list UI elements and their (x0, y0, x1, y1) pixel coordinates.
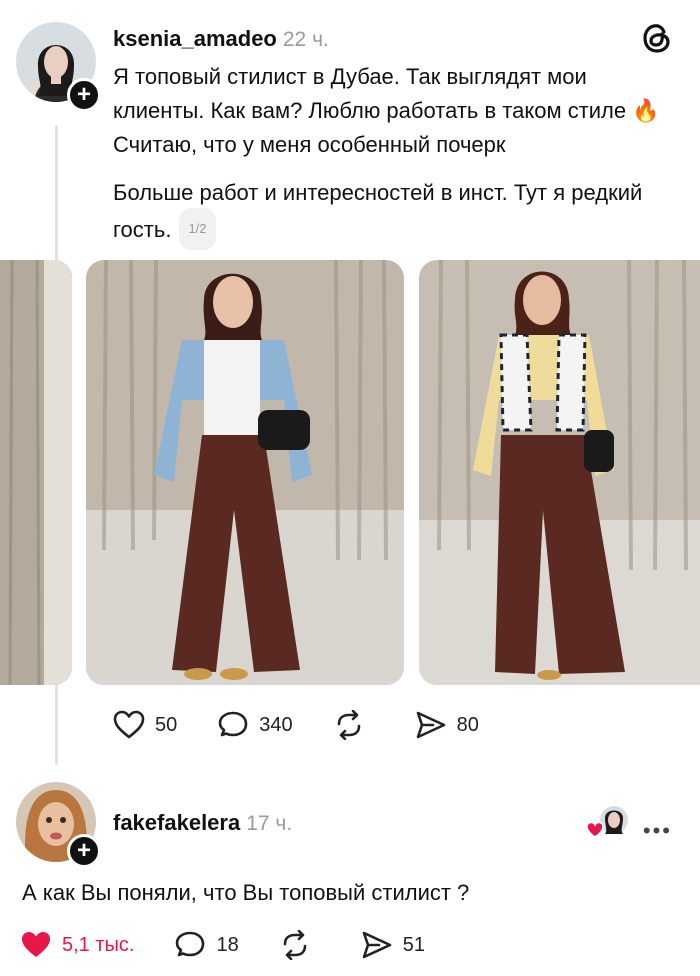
post-username-text[interactable]: ksenia_amadeo (113, 26, 277, 51)
reply-follow-plus-button[interactable]: + (67, 834, 101, 868)
reply-share-button[interactable]: 51 (361, 930, 425, 960)
author-liked-avatar-icon (586, 806, 628, 838)
liked-by-author-indicator (586, 804, 628, 840)
post-paragraph-2: Больше работ и интересностей в инст. Тут… (113, 176, 678, 252)
post-share-button[interactable]: 80 (415, 710, 479, 740)
speech-bubble-icon (176, 931, 205, 957)
post-repost-button[interactable] (333, 710, 375, 740)
heart-icon (113, 710, 145, 739)
post-timestamp: 22 ч. (282, 28, 329, 51)
send-icon (362, 931, 392, 959)
heart-icon (22, 932, 50, 957)
carousel-photo-partial-left[interactable] (0, 260, 72, 685)
reply-action-bar: 5,1 тыс. 18 51 (20, 930, 465, 960)
speech-bubble-icon (218, 711, 248, 737)
reply-timestamp: 17 ч. (246, 812, 293, 835)
post-like-button[interactable]: 50 (113, 710, 177, 740)
repost-icon (337, 710, 360, 740)
carousel-photo-1[interactable] (86, 260, 404, 685)
reply-comment-button[interactable]: 18 (174, 930, 239, 960)
repost-icon (283, 930, 307, 960)
reply-repost-button[interactable] (279, 930, 321, 960)
post-body: Я топовый стилист в Дубае. Так выглядят … (113, 60, 678, 266)
reply-share-count: 51 (402, 933, 425, 956)
carousel-photo-2[interactable] (419, 260, 700, 685)
carousel-page-indicator: 1/2 (179, 208, 216, 250)
reply-like-button[interactable]: 5,1 тыс. (20, 930, 134, 960)
more-options-button[interactable]: ••• (643, 818, 672, 844)
reply-comment-count: 18 (216, 933, 239, 956)
post-like-count: 50 (155, 713, 178, 736)
post-paragraph-1: Я топовый стилист в Дубае. Так выглядят … (113, 64, 660, 157)
post-comment-count: 340 (259, 713, 293, 736)
follow-plus-button[interactable]: + (67, 78, 101, 112)
reply-username-text[interactable]: fakefakelera (113, 810, 240, 835)
reply-username[interactable]: fakefakelera 17 ч. (113, 810, 292, 836)
threads-logo[interactable] (642, 22, 672, 54)
reply-like-count: 5,1 тыс. (62, 933, 135, 956)
reply-body: А как Вы поняли, что Вы топовый стилист … (22, 880, 470, 905)
send-icon (416, 711, 445, 739)
post-action-bar: 50 340 80 (113, 710, 519, 740)
post-username[interactable]: ksenia_amadeo 22 ч. (113, 26, 329, 52)
post-share-count: 80 (456, 713, 479, 736)
post-comment-button[interactable]: 340 (217, 710, 293, 740)
